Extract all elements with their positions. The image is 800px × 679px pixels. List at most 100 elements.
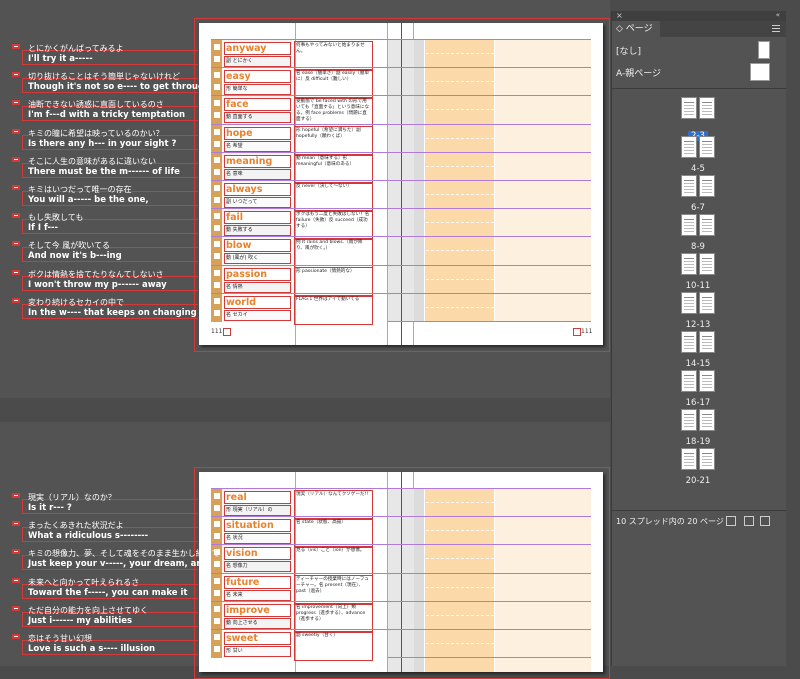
page-thumb bbox=[699, 97, 715, 119]
lyric-text-frame[interactable]: 恋はそう甘い幻想 Love is such a s---- illusion bbox=[10, 632, 198, 658]
vocab-row[interactable]: improve 動 向上させる名 improvement（向上）類 progres… bbox=[211, 600, 391, 633]
lyric-text-frame[interactable]: 現実（リアル）なのか？ Is it r--- ? bbox=[10, 491, 198, 517]
pages-panel[interactable]: × « ◇ ページ [なし] A-親ページ 2-3 4-5 6-7 8-9 10-11 1… bbox=[611, 11, 786, 666]
vocab-word[interactable]: real bbox=[224, 491, 291, 504]
vocab-word[interactable]: passion bbox=[224, 267, 291, 281]
tab-pages[interactable]: ◇ ページ bbox=[612, 21, 660, 37]
spread-thumb[interactable]: 20-21 bbox=[680, 448, 716, 486]
lyric-text-frame[interactable]: そして今 風が吹いてる And now it's b---ing bbox=[10, 239, 198, 265]
vocab-reading[interactable]: 名 想像力 bbox=[224, 561, 291, 573]
panel-menu-icon[interactable] bbox=[772, 25, 780, 33]
lyric-english: You will a----- be the one, bbox=[28, 195, 149, 205]
master-a[interactable]: A-親ページ bbox=[612, 60, 786, 82]
vocab-word[interactable]: vision bbox=[224, 547, 291, 561]
lyric-text-frame[interactable]: ただ自分の能力を向上させてゆく Just i------ my abilities bbox=[10, 604, 198, 630]
lyric-text-frame[interactable]: 切り抜けることはそう簡単じゃないけれど Though it's not so e-… bbox=[10, 70, 210, 96]
vocab-reading[interactable]: 動 (風が) 吹く bbox=[224, 253, 291, 265]
row-number-badge bbox=[211, 209, 222, 238]
page-spread-top[interactable]: anyway 副 とにかく 何事もやってみないと始まりません。 easy 形 簡単な名 … bbox=[199, 23, 603, 345]
vocab-reading[interactable]: 形 現実（リアル）の bbox=[224, 505, 291, 516]
spread-thumb[interactable]: 8-9 bbox=[680, 214, 716, 252]
spread-thumb[interactable]: 12-13 bbox=[680, 292, 716, 330]
spread-thumb[interactable]: 14-15 bbox=[680, 331, 716, 369]
lyric-text-frame[interactable]: キミの瞳に希望は映っているのかい？ Is there any h--- in yo… bbox=[10, 127, 198, 153]
dashed-guide bbox=[426, 278, 494, 280]
vocab-word[interactable]: blow bbox=[224, 239, 291, 253]
frame-edge bbox=[22, 541, 198, 543]
vocab-word[interactable]: always bbox=[224, 183, 291, 196]
vocab-row[interactable]: situation 名 状況名 state（状態、高揚） bbox=[211, 516, 391, 549]
vocab-row[interactable]: fail 動 失敗する ボクはもう二度と失敗はしない！名 failure（失敗）反 … bbox=[211, 208, 391, 241]
dashed-guide bbox=[426, 530, 494, 532]
lyric-text-frame[interactable]: 油断できない誘惑に直面しているのさ I'm f---d with a tricky… bbox=[10, 98, 198, 124]
vocab-row[interactable]: future 名 未来 ティーチャーの授業時にはノーフューチャー。名 present… bbox=[211, 572, 391, 605]
edit-page-size-icon[interactable] bbox=[726, 516, 736, 526]
lyric-text-frame[interactable]: ボクは情熱を捨てたりなんてしないさ I won't throw my p-----… bbox=[10, 268, 198, 294]
frame-edge bbox=[22, 654, 198, 655]
spread-thumb[interactable]: 16-17 bbox=[680, 370, 716, 408]
lyric-text-frame[interactable]: 未来へと向かって叶えられるさ Toward the f-----, you can… bbox=[10, 576, 198, 602]
vocab-reading[interactable]: 動 失敗する bbox=[224, 225, 291, 237]
vocab-word[interactable]: world bbox=[224, 295, 291, 309]
vocab-row[interactable]: easy 形 簡単な名 ease（簡単さ）副 easily（簡単に）反 diffi… bbox=[211, 67, 391, 100]
close-icon[interactable]: × bbox=[616, 11, 623, 20]
vocab-row[interactable]: vision 名 想像力 見る（vis）こと（ion）が想像。 bbox=[211, 544, 391, 577]
frame-edge bbox=[22, 162, 23, 177]
vocab-reading[interactable]: 名 情熱 bbox=[224, 281, 291, 293]
vocab-definition[interactable]: 副 sweetly（甘く） bbox=[294, 631, 373, 661]
vocab-reading[interactable]: 動 向上させる bbox=[224, 617, 291, 629]
dashed-guide bbox=[426, 643, 494, 644]
vocab-reading[interactable]: 名 意味 bbox=[224, 168, 291, 180]
vocab-definition[interactable]: FLAG.1 世界はアイで動いてる bbox=[294, 294, 373, 325]
vocab-reading[interactable]: 副 とにかく bbox=[224, 56, 291, 67]
vocab-reading[interactable]: 名 未来 bbox=[224, 589, 291, 601]
vocab-word[interactable]: face bbox=[224, 98, 291, 112]
vocab-reading[interactable]: 動 直面する bbox=[224, 112, 291, 124]
vocab-reading[interactable]: 副 いつだって bbox=[224, 197, 291, 208]
lyric-text-frame[interactable]: キミはいつだって唯一の存在 You will a----- be the one, bbox=[10, 183, 198, 209]
master-none[interactable]: [なし] bbox=[612, 38, 786, 60]
frame-edge bbox=[22, 527, 23, 542]
collapse-icon[interactable]: « bbox=[776, 11, 780, 19]
vocab-row[interactable]: face 動 直面する 受動態で be faced with の形で用いても「直面す… bbox=[211, 95, 391, 128]
vocab-row[interactable]: meaning 名 意味動 mean（意味する）形 meaningful（意味のあ… bbox=[211, 151, 391, 184]
vocab-row[interactable]: world 名 セカイ FLAG.1 世界はアイで動いてる bbox=[211, 292, 391, 325]
vocab-word[interactable]: anyway bbox=[224, 42, 291, 55]
vocab-word[interactable]: improve bbox=[224, 603, 291, 617]
vocab-row[interactable]: passion 名 情熱形 passionate（情熱的な） bbox=[211, 264, 391, 297]
vocab-reading[interactable]: 名 状況 bbox=[224, 533, 291, 545]
vocab-reading[interactable]: 名 希望 bbox=[224, 140, 291, 152]
spread-thumb[interactable]: 18-19 bbox=[680, 409, 716, 447]
page-spread-bottom[interactable]: real 形 現実（リアル）の 現実（リアル）なんてクソゲーだ!! situation… bbox=[199, 472, 603, 672]
vocab-word[interactable]: hope bbox=[224, 126, 291, 140]
lyric-text-frame[interactable]: キミの想像力、夢、そして魂をそのまま生かし続けて Just keep your v… bbox=[10, 547, 220, 573]
vocab-row[interactable]: blow 動 (風が) 吹く例 It rains and blows.（雨が降り、… bbox=[211, 236, 391, 269]
vocab-word[interactable]: fail bbox=[224, 211, 291, 225]
vocab-row[interactable]: anyway 副 とにかく 何事もやってみないと始まりません。 bbox=[211, 39, 391, 71]
vocab-row[interactable]: hope 名 希望形 hopeful（希望に満ちた）副 hopefully（願わく… bbox=[211, 123, 391, 156]
spread-thumb[interactable]: 6-7 bbox=[680, 175, 716, 213]
vocab-row[interactable]: always 副 いつだって反 never（決して〜ない） bbox=[211, 180, 391, 212]
dashed-guide bbox=[426, 502, 494, 503]
lyric-text-frame[interactable]: そこに人生の意味があるに違いない There must be the m-----… bbox=[10, 155, 198, 181]
lyric-text-frame[interactable]: もし失敗しても If I f--- bbox=[10, 211, 198, 237]
vocab-word[interactable]: meaning bbox=[224, 154, 291, 168]
vocab-reading[interactable]: 形 簡単な bbox=[224, 84, 291, 96]
vocab-row[interactable]: real 形 現実（リアル）の 現実（リアル）なんてクソゲーだ!! bbox=[211, 488, 391, 520]
delete-page-icon[interactable] bbox=[760, 516, 770, 526]
lyric-text-frame[interactable]: 変わり続けるセカイの中で In the w---- that keeps on c… bbox=[10, 296, 198, 322]
new-page-icon[interactable] bbox=[744, 516, 754, 526]
vocab-word[interactable]: future bbox=[224, 575, 291, 589]
lyric-japanese: 変わり続けるセカイの中で bbox=[28, 297, 124, 307]
vocab-reading[interactable]: 名 セカイ bbox=[224, 309, 291, 321]
spread-thumb[interactable]: 4-5 bbox=[680, 136, 716, 174]
vocab-word[interactable]: situation bbox=[224, 519, 291, 533]
lyric-text-frame[interactable]: とにかくがんばってみるよ I'll try it a----- bbox=[10, 42, 198, 68]
vocab-word[interactable]: sweet bbox=[224, 632, 291, 645]
vocab-row[interactable]: sweet 形 甘い副 sweetly（甘く） bbox=[211, 629, 391, 661]
vocab-word[interactable]: easy bbox=[224, 70, 291, 84]
lyric-text-frame[interactable]: まったくあきれた状況だよ What a ridiculous s-------- bbox=[10, 519, 198, 545]
spread-thumb[interactable]: 10-11 bbox=[680, 253, 716, 291]
lyric-japanese: キミの瞳に希望は映っているのかい？ bbox=[28, 128, 164, 138]
vocab-reading[interactable]: 形 甘い bbox=[224, 646, 291, 657]
